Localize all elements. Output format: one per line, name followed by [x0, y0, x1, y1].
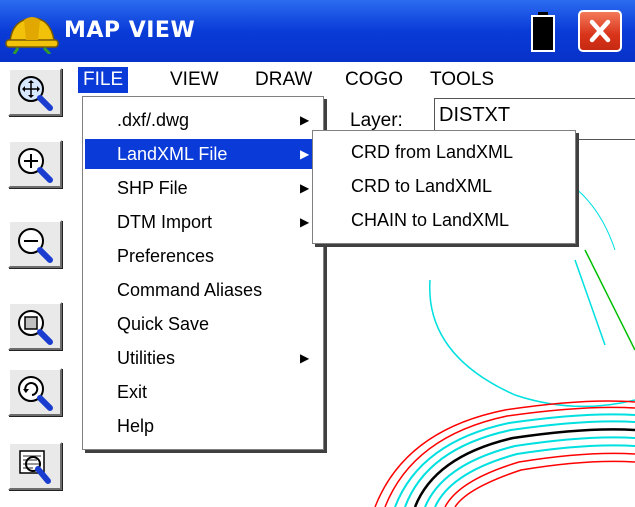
menu-item-label: CHAIN to LandXML [351, 210, 510, 230]
menu-item-label: Utilities [117, 348, 176, 368]
menu-item-label: DTM Import [117, 212, 213, 232]
zoom-previous-icon [18, 376, 53, 411]
zoom-in-icon [18, 148, 53, 183]
submenu-arrow-icon: ▶ [300, 147, 310, 161]
file-menu-item-shp-file[interactable]: SHP File ▶ [85, 173, 321, 203]
file-menu-item-dtm-import[interactable]: DTM Import ▶ [85, 207, 321, 237]
menu-draw[interactable]: DRAW [250, 67, 317, 93]
file-menu-item-preferences[interactable]: Preferences [85, 241, 321, 271]
file-menu: .dxf/.dwg ▶ LandXML File ▶ SHP File ▶ DTM I… [82, 96, 324, 450]
hardhat-logo-icon [5, 17, 59, 54]
menu-tools[interactable]: TOOLS [425, 67, 499, 93]
zoom-window-button[interactable] [8, 302, 62, 350]
file-menu-item-landxml-file[interactable]: LandXML File ▶ [85, 139, 321, 169]
layer-label: Layer: [350, 110, 403, 131]
file-menu-item-help[interactable]: Help [85, 411, 321, 441]
battery-icon [531, 12, 555, 52]
menu-item-label: Command Aliases [117, 280, 263, 300]
landxml-submenu: CRD from LandXML CRD to LandXML CHAIN to… [312, 130, 576, 244]
file-menu-item-dxf-dwg[interactable]: .dxf/.dwg ▶ [85, 105, 321, 135]
file-menu-item-quick-save[interactable]: Quick Save [85, 309, 321, 339]
zoom-window-icon [18, 310, 53, 345]
window-title: MAP VIEW [64, 18, 196, 43]
file-menu-item-exit[interactable]: Exit [85, 377, 321, 407]
menu-item-label: .dxf/.dwg [117, 110, 190, 130]
menu-cogo[interactable]: COGO [340, 67, 408, 93]
menu-item-label: Exit [117, 382, 148, 402]
zoom-in-button[interactable] [8, 140, 62, 188]
zoom-out-button[interactable] [8, 220, 62, 268]
close-button[interactable] [578, 10, 622, 52]
menu-file[interactable]: FILE [78, 67, 129, 93]
menu-item-label: CRD to LandXML [351, 176, 493, 196]
menu-item-label: Preferences [117, 246, 215, 266]
map-tools-icon [19, 450, 51, 484]
file-menu-item-utilities[interactable]: Utilities ▶ [85, 343, 321, 373]
menu-item-label: Help [117, 416, 155, 436]
zoom-extents-icon [18, 76, 53, 111]
submenu-item-chain-to-landxml[interactable]: CHAIN to LandXML [315, 203, 573, 237]
file-menu-item-command-aliases[interactable]: Command Aliases [85, 275, 321, 305]
submenu-item-crd-to-landxml[interactable]: CRD to LandXML [315, 169, 573, 203]
zoom-out-icon [18, 228, 53, 263]
zoom-extents-button[interactable] [8, 68, 62, 116]
zoom-previous-button[interactable] [8, 368, 62, 416]
submenu-arrow-icon: ▶ [300, 113, 310, 127]
submenu-arrow-icon: ▶ [300, 215, 310, 229]
menu-view[interactable]: VIEW [165, 67, 224, 93]
menu-bar: FILE VIEW DRAW COGO TOOLS [75, 62, 635, 96]
zoom-toolbar [0, 62, 75, 507]
menu-item-label: Quick Save [117, 314, 210, 334]
submenu-arrow-icon: ▶ [300, 181, 310, 195]
menu-item-label: SHP File [117, 178, 188, 198]
title-bar: MAP VIEW [0, 0, 635, 62]
close-icon [589, 19, 611, 43]
submenu-arrow-icon: ▶ [300, 351, 310, 365]
menu-item-label: LandXML File [117, 144, 228, 164]
map-tools-button[interactable] [8, 442, 62, 490]
submenu-item-crd-from-landxml[interactable]: CRD from LandXML [315, 135, 573, 169]
menu-item-label: CRD from LandXML [351, 142, 514, 162]
